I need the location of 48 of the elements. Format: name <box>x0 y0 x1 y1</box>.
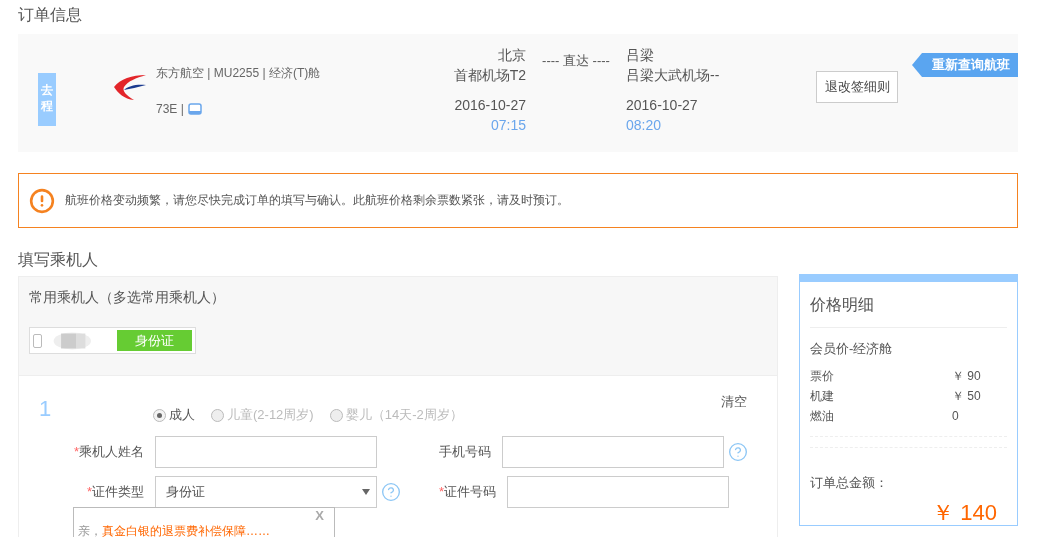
passenger-number: 1 <box>39 396 52 422</box>
airline-info: 东方航空 | MU2255 | 经济(T)舱 <box>156 64 322 82</box>
cabin-label: 会员价-经济舱 <box>810 340 894 358</box>
promo-text: 亲，真金白银的退票费补偿保障…… <box>78 524 270 537</box>
city: 吕梁 <box>626 46 654 65</box>
airport-name: 首都机场T2 <box>453 66 526 85</box>
price-title: 价格明细 <box>810 282 1007 328</box>
section-title: 订单信息 <box>18 5 83 25</box>
help-icon[interactable] <box>381 482 401 502</box>
input-field[interactable] <box>155 436 377 468</box>
field-label: *乘机人姓名 <box>72 443 145 461</box>
airport-name: 吕梁大武机场-- <box>626 66 720 85</box>
total-label: 订单总金额： <box>810 474 889 492</box>
requery-button[interactable]: 重新查询航班 <box>912 53 1018 77</box>
price-label: 票价 <box>810 368 835 385</box>
rules-button[interactable]: 退改签细则 <box>816 71 898 103</box>
input-field[interactable] <box>501 436 724 468</box>
route-type: ---- 直达 ---- <box>541 52 611 70</box>
caret-icon <box>362 489 370 495</box>
price-value: ￥ 50 <box>952 388 981 405</box>
close-button[interactable]: X <box>309 508 330 523</box>
id-type-tag: 身份证 <box>117 330 192 351</box>
price-value: ￥ 90 <box>952 368 981 385</box>
input-field[interactable] <box>507 476 729 508</box>
checkbox[interactable] <box>33 333 43 348</box>
flight-date: 2016-10-27 <box>454 96 526 115</box>
section-title: 填写乘机人 <box>18 250 99 270</box>
direction-tag: 去程 <box>38 72 56 126</box>
field-label: *证件号码 <box>437 483 497 501</box>
frequent-passengers-label: 常用乘机人（多选常用乘机人） <box>29 289 226 307</box>
clear-button[interactable]: 清空 <box>721 393 747 411</box>
passenger-chip[interactable]: 身份证 <box>29 327 196 354</box>
field-label: *证件类型 <box>85 483 145 501</box>
price-label: 燃油 <box>810 408 835 425</box>
price-label: 机建 <box>810 388 835 405</box>
flight-time: 07:15 <box>490 116 526 135</box>
help-icon[interactable] <box>727 442 748 462</box>
seat-icon <box>187 102 202 115</box>
passenger-type-radio[interactable]: 成人 <box>153 406 195 424</box>
warning-icon <box>29 187 55 214</box>
aircraft-type: 73E | <box>156 101 184 116</box>
total-amount: ￥ 140 <box>931 499 998 527</box>
price-value: 0 <box>952 408 959 425</box>
field-label: 手机号码 <box>437 443 492 461</box>
city: 北京 <box>498 46 526 65</box>
alert-message: 航班价格变动频繁，请您尽快完成订单的填写与确认。此航班价格剩余票数紧张，请及时预订。 <box>65 192 569 209</box>
flight-time: 08:20 <box>626 116 662 135</box>
flight-date: 2016-10-27 <box>626 96 698 115</box>
